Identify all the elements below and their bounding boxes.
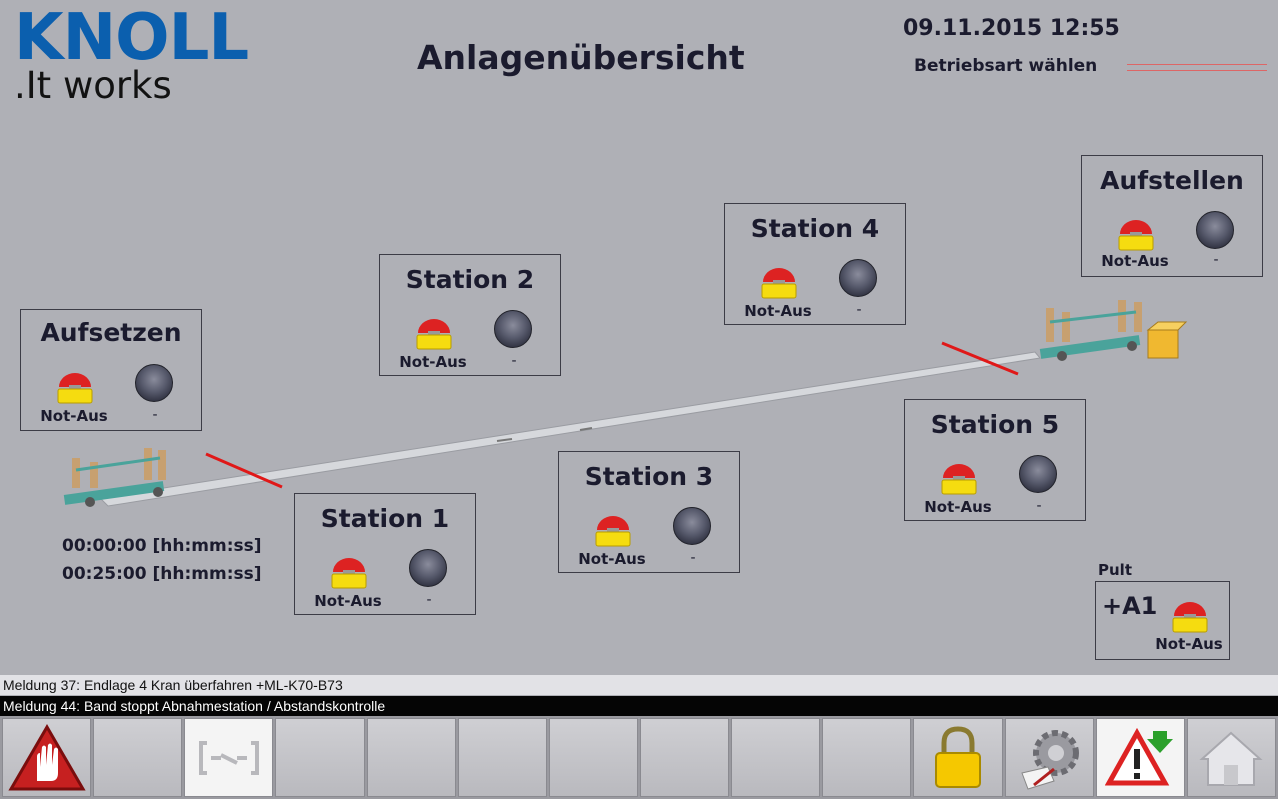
estop-icon — [329, 550, 369, 590]
toolbar-button-7[interactable] — [548, 718, 638, 797]
estop-label: Not-Aus — [399, 353, 467, 371]
timer-current: 00:00:00 [hh:mm:ss] — [62, 536, 262, 556]
station-title: Station 1 — [320, 504, 450, 533]
estop-icon — [1170, 594, 1210, 634]
status-lamp-icon — [135, 364, 173, 402]
estop-icon — [593, 508, 633, 548]
conveyor-view-button[interactable] — [184, 718, 274, 797]
estop-label: Not-Aus — [40, 407, 108, 425]
status-value: - — [152, 407, 158, 423]
status-value: - — [1036, 498, 1042, 514]
toolbar-button-4[interactable] — [275, 718, 365, 797]
status-lamp-icon — [1196, 211, 1234, 249]
cart-right-icon — [1039, 300, 1188, 361]
toolbar-button-9[interactable] — [731, 718, 821, 797]
estop-label: Not-Aus — [1155, 635, 1223, 653]
conveyor-icon — [198, 740, 259, 775]
station-title: Station 2 — [405, 265, 535, 294]
toolbar-button-2[interactable] — [93, 718, 183, 797]
toolbar-button-8[interactable] — [639, 718, 730, 797]
function-key-toolbar — [0, 716, 1278, 799]
station-title: Station 5 — [930, 410, 1060, 439]
station-4[interactable]: Station 4 Not-Aus - — [724, 203, 906, 325]
toolbar-button-6[interactable] — [457, 718, 547, 797]
station-title: Station 4 — [750, 214, 880, 243]
estop-label: Not-Aus — [744, 302, 812, 320]
estop-icon — [939, 456, 979, 496]
toolbar-button-5[interactable] — [366, 718, 456, 797]
status-lamp-icon — [1019, 455, 1057, 493]
station-2[interactable]: Station 2 Not-Aus - — [379, 254, 561, 376]
alarm-icon — [1105, 727, 1174, 785]
message-line-1[interactable]: Meldung 37: Endlage 4 Kran überfahren +M… — [0, 675, 1278, 695]
alarm-view-button[interactable] — [1095, 718, 1185, 797]
estop-icon — [1116, 212, 1156, 252]
estop-label: Not-Aus — [314, 592, 382, 610]
home-button[interactable] — [1186, 718, 1276, 797]
pult-a1[interactable]: +A1 Not-Aus — [1095, 581, 1230, 660]
pult-name: +A1 — [1102, 592, 1158, 620]
station-title: Aufsetzen — [40, 318, 182, 347]
station-1[interactable]: Station 1 Not-Aus - — [294, 493, 476, 615]
settings-icon — [1021, 729, 1080, 790]
station-title: Aufstellen — [1100, 166, 1244, 195]
status-value: - — [511, 353, 517, 369]
station-title: Station 3 — [584, 462, 714, 491]
toolbar-button-10[interactable] — [822, 718, 912, 797]
estop-icon — [414, 311, 454, 351]
status-value: - — [426, 592, 432, 608]
message-line-2[interactable]: Meldung 44: Band stoppt Abnahmestation /… — [0, 696, 1278, 716]
status-lamp-icon — [494, 310, 532, 348]
status-value: - — [690, 550, 696, 566]
estop-icon — [55, 365, 95, 405]
estop-label: Not-Aus — [1101, 252, 1169, 270]
station-3[interactable]: Station 3 Not-Aus - — [558, 451, 740, 573]
station-aufsetzen[interactable]: Aufsetzen Not-Aus - — [20, 309, 202, 431]
station-aufstellen[interactable]: Aufstellen Not-Aus - — [1081, 155, 1263, 277]
status-lamp-icon — [839, 259, 877, 297]
status-lamp-icon — [673, 507, 711, 545]
estop-label: Not-Aus — [924, 498, 992, 516]
status-lamp-icon — [409, 549, 447, 587]
timer-target: 00:25:00 [hh:mm:ss] — [62, 564, 262, 584]
station-5[interactable]: Station 5 Not-Aus - — [904, 399, 1086, 521]
estop-label: Not-Aus — [578, 550, 646, 568]
home-icon — [1199, 731, 1264, 786]
estop-icon — [759, 260, 799, 300]
pult-label: Pult — [1098, 561, 1132, 579]
login-button[interactable] — [913, 718, 1003, 797]
status-value: - — [1213, 252, 1219, 268]
emergency-stop-button[interactable] — [2, 718, 92, 797]
stop-hand-icon — [7, 723, 86, 790]
status-value: - — [856, 302, 862, 318]
lock-icon — [934, 725, 981, 788]
settings-button[interactable] — [1004, 718, 1094, 797]
